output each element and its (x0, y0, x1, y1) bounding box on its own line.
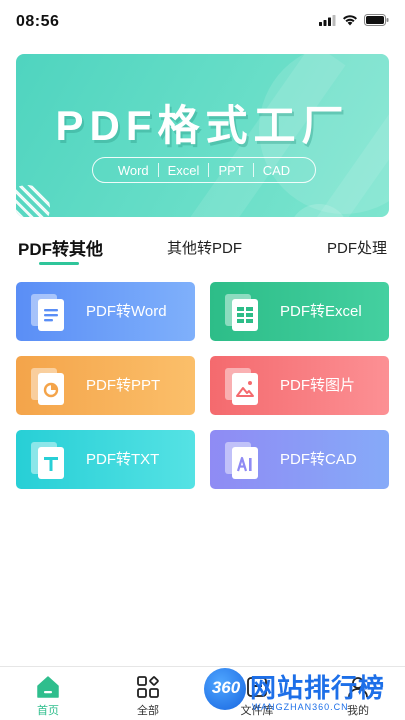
tool-card-pdf-to-word[interactable]: PDF转Word (16, 282, 195, 341)
banner-format: PPT (218, 162, 244, 178)
word-doc-icon (31, 294, 64, 331)
nav-label: 全部 (137, 705, 159, 717)
status-icons (319, 14, 389, 26)
signal-icon (319, 14, 336, 26)
watermark: 360 网站排行榜 WANGZHAN360.CN (200, 664, 405, 720)
excel-sheet-icon (225, 294, 258, 331)
category-tabs: PDF转其他 其他转PDF PDF处理 (16, 232, 389, 266)
watermark-badge: 360 (211, 678, 241, 697)
promo-banner[interactable]: PDF格式工厂 Word Excel PPT CAD (16, 54, 389, 217)
banner-decoration (16, 185, 50, 217)
watermark-title: 网站排行榜 (250, 673, 386, 703)
banner-divider (208, 163, 210, 177)
image-icon (225, 368, 258, 405)
nav-item-all[interactable]: 全部 (113, 667, 183, 720)
ppt-pie-icon (31, 368, 64, 405)
wifi-icon (343, 15, 357, 26)
banner-format-list: Word Excel PPT CAD (92, 157, 316, 183)
watermark-subtitle: WANGZHAN360.CN (252, 702, 349, 712)
banner-title: PDF格式工厂 (55, 102, 350, 149)
tool-label: PDF转PPT (86, 377, 161, 394)
tool-label: PDF转CAD (280, 451, 357, 468)
active-tab-indicator (39, 262, 79, 265)
status-time: 08:56 (16, 13, 60, 30)
txt-icon (31, 442, 64, 479)
banner-format: Excel (167, 162, 200, 178)
tool-label: PDF转Excel (280, 303, 362, 320)
status-bar: 08:56 (0, 0, 405, 44)
home-icon (37, 676, 59, 698)
tool-card-pdf-to-cad[interactable]: PDF转CAD (210, 430, 389, 489)
tool-label: PDF转TXT (86, 451, 160, 468)
banner-format: Word (117, 162, 149, 178)
tab-other-to-pdf[interactable]: 其他转PDF (167, 237, 242, 258)
tool-card-pdf-to-ppt[interactable]: PDF转PPT (16, 356, 195, 415)
tab-pdf-to-other[interactable]: PDF转其他 (18, 235, 103, 260)
nav-item-home[interactable]: 首页 (13, 667, 83, 720)
tool-card-pdf-to-image[interactable]: PDF转图片 (210, 356, 389, 415)
battery-icon (364, 14, 389, 26)
tool-label: PDF转Word (86, 303, 167, 320)
banner-divider (157, 163, 159, 177)
grid-icon (137, 676, 159, 698)
tab-pdf-processing[interactable]: PDF处理 (327, 237, 387, 258)
banner-divider (252, 163, 254, 177)
nav-label: 首页 (37, 705, 59, 717)
tool-label: PDF转图片 (280, 377, 356, 394)
banner-format: CAD (262, 162, 291, 178)
cad-icon (225, 442, 258, 479)
tool-card-pdf-to-excel[interactable]: PDF转Excel (210, 282, 389, 341)
tool-card-pdf-to-txt[interactable]: PDF转TXT (16, 430, 195, 489)
